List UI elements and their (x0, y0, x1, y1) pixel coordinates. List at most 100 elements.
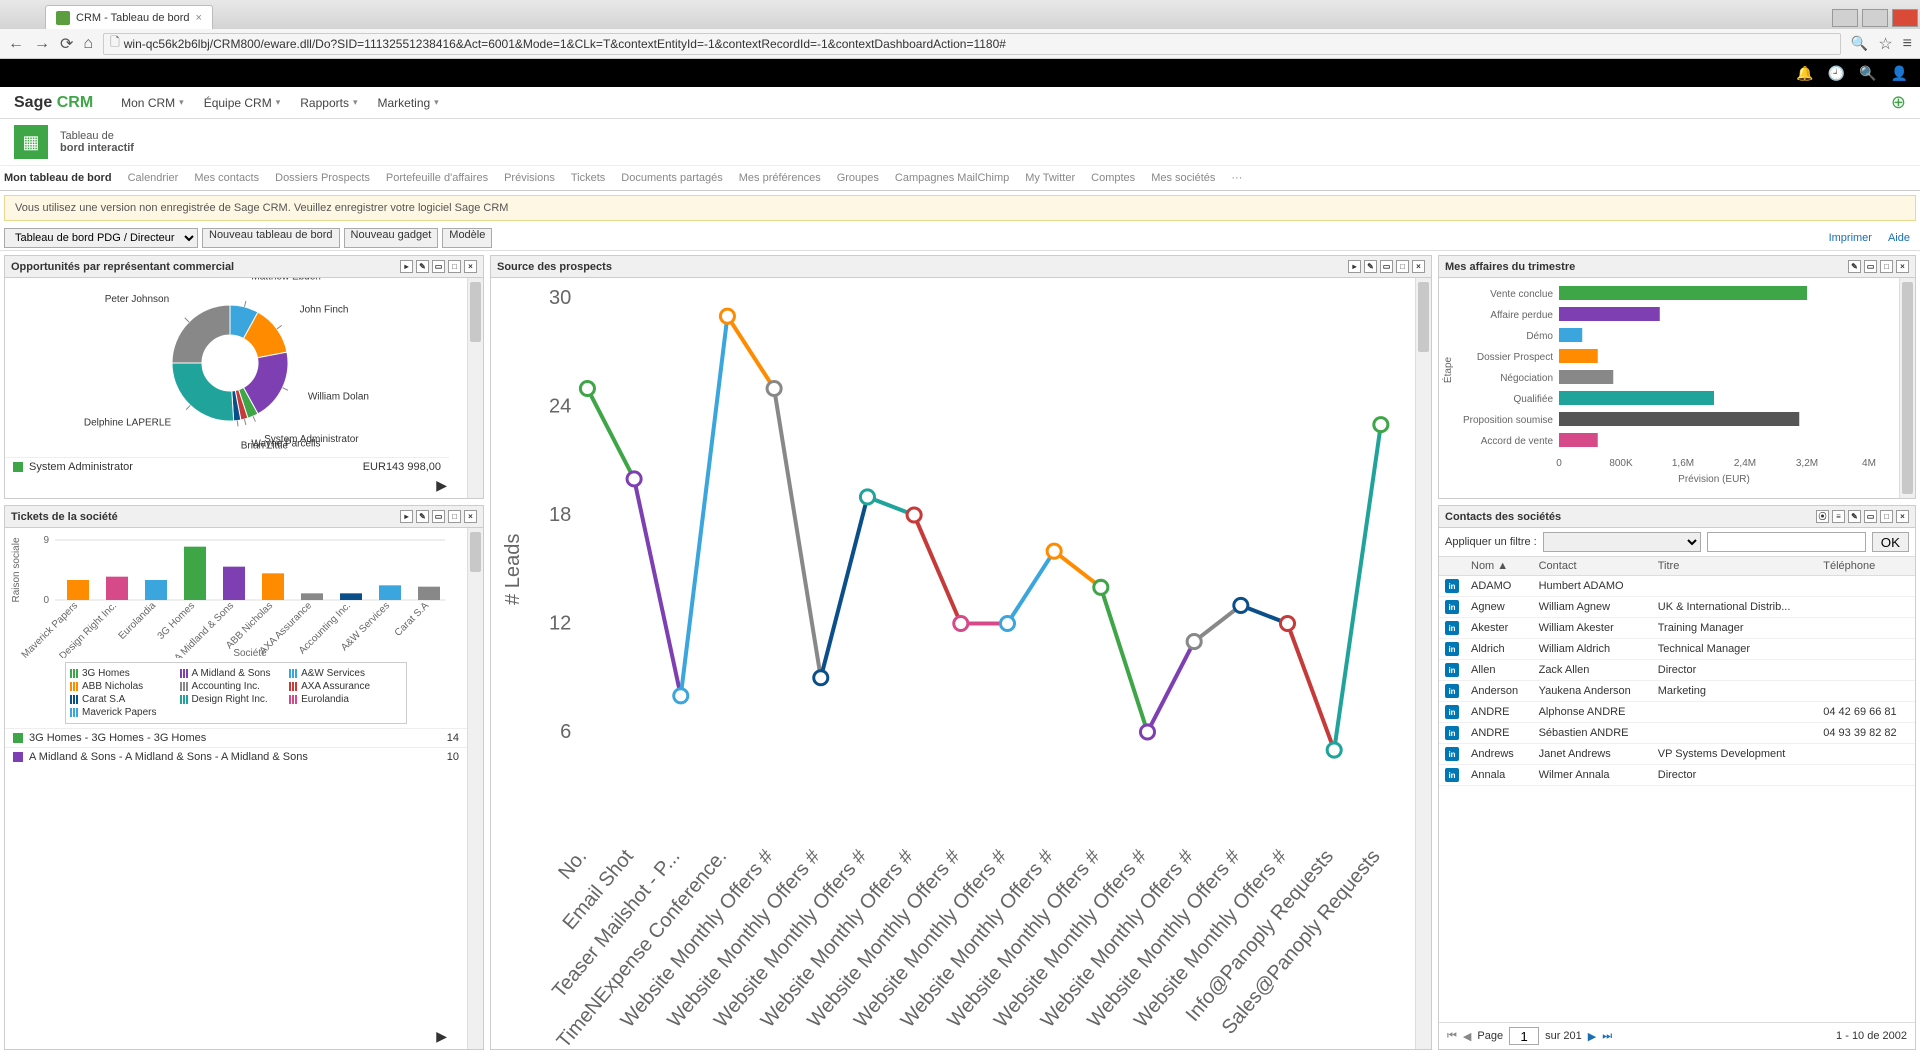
first-icon[interactable]: ⏮ (1447, 1030, 1457, 1043)
browser-tab[interactable]: CRM - Tableau de bord × (45, 5, 213, 29)
tool-icon[interactable]: ⦿ (1816, 510, 1829, 523)
search-icon[interactable]: 🔍 (1851, 35, 1868, 52)
linkedin-icon[interactable]: in (1445, 747, 1459, 761)
tab-item[interactable]: Calendrier (128, 172, 179, 184)
scrollbar[interactable] (1899, 278, 1915, 498)
tool-icon[interactable]: × (1896, 510, 1909, 523)
new-dashboard-button[interactable]: Nouveau tableau de bord (202, 228, 340, 248)
prev-icon[interactable]: ◀ (1463, 1030, 1471, 1043)
linkedin-icon[interactable]: in (1445, 705, 1459, 719)
tool-icon[interactable]: □ (1880, 260, 1893, 273)
scrollbar[interactable] (467, 528, 483, 1049)
tab-item[interactable]: Portefeuille d'affaires (386, 172, 488, 184)
tool-icon[interactable]: ▭ (1864, 510, 1877, 523)
tab-item[interactable]: Prévisions (504, 172, 555, 184)
tab-item[interactable]: Mes sociétés (1151, 172, 1215, 184)
tool-icon[interactable]: × (1896, 260, 1909, 273)
tool-icon[interactable]: ✎ (416, 510, 429, 523)
tab-item[interactable]: Mes contacts (194, 172, 259, 184)
linkedin-icon[interactable]: in (1445, 726, 1459, 740)
linkedin-icon[interactable]: in (1445, 642, 1459, 656)
tab-item[interactable]: Groupes (837, 172, 879, 184)
tab-item[interactable]: Documents partagés (621, 172, 723, 184)
linkedin-icon[interactable]: in (1445, 600, 1459, 614)
filter-ok-button[interactable]: OK (1872, 532, 1909, 552)
tool-icon[interactable]: ▸ (400, 510, 413, 523)
dashboard-select[interactable]: Tableau de bord PDG / Directeur (4, 228, 198, 248)
tool-icon[interactable]: ▭ (1864, 260, 1877, 273)
table-row[interactable]: inANDRESébastien ANDRE04 93 39 82 82 (1439, 723, 1915, 744)
maximize-icon[interactable] (1862, 9, 1888, 27)
scrollbar[interactable] (467, 278, 483, 498)
tool-icon[interactable]: ✎ (1364, 260, 1377, 273)
col-header[interactable]: Titre (1652, 557, 1818, 576)
tool-icon[interactable]: ✎ (1848, 510, 1861, 523)
tool-icon[interactable]: ≡ (1832, 510, 1845, 523)
linkedin-icon[interactable]: in (1445, 579, 1459, 593)
tool-icon[interactable]: ▭ (432, 510, 445, 523)
tool-icon[interactable]: □ (1396, 260, 1409, 273)
tab-item[interactable]: Tickets (571, 172, 605, 184)
linkedin-icon[interactable]: in (1445, 663, 1459, 677)
scrollbar[interactable] (1415, 278, 1431, 1049)
tab-item[interactable]: My Twitter (1025, 172, 1075, 184)
back-icon[interactable]: ← (8, 35, 24, 53)
url-bar[interactable]: 🗋 win-qc56k2b6lbj/CRM800/eware.dll/Do?SI… (103, 33, 1841, 55)
table-row[interactable]: inAnnalaWilmer AnnalaDirector (1439, 765, 1915, 786)
tool-icon[interactable]: × (464, 510, 477, 523)
minimize-icon[interactable] (1832, 9, 1858, 27)
last-icon[interactable]: ⏭ (1602, 1030, 1612, 1043)
new-gadget-button[interactable]: Nouveau gadget (344, 228, 439, 248)
tool-icon[interactable]: □ (448, 260, 461, 273)
filter-select[interactable] (1543, 532, 1702, 552)
star-icon[interactable]: ☆ (1878, 34, 1892, 54)
quick-add-icon[interactable]: ⊕ (1891, 92, 1906, 113)
play-icon[interactable]: ▶ (436, 477, 447, 494)
tab-item[interactable]: ··· (1231, 172, 1242, 184)
reload-icon[interactable]: ⟳ (60, 34, 73, 54)
search2-icon[interactable]: 🔍 (1859, 65, 1876, 82)
col-header[interactable]: Nom ▲ (1465, 557, 1533, 576)
table-row[interactable]: inAgnewWilliam AgnewUK & International D… (1439, 597, 1915, 618)
home-icon[interactable]: ⌂ (83, 35, 93, 53)
close-icon[interactable]: × (196, 12, 202, 24)
filter-input[interactable] (1707, 532, 1866, 552)
tool-icon[interactable]: ✎ (1848, 260, 1861, 273)
play-icon[interactable]: ▶ (436, 1028, 447, 1045)
linkedin-icon[interactable]: in (1445, 684, 1459, 698)
linkedin-icon[interactable]: in (1445, 768, 1459, 782)
page-input[interactable] (1509, 1027, 1539, 1045)
nav-Rapports[interactable]: Rapports▾ (300, 96, 357, 110)
table-row[interactable]: inAndrewsJanet AndrewsVP Systems Develop… (1439, 744, 1915, 765)
print-link[interactable]: Imprimer (1829, 232, 1872, 244)
next-icon[interactable]: ▶ (1588, 1030, 1596, 1043)
table-row[interactable]: inAldrichWilliam AldrichTechnical Manage… (1439, 639, 1915, 660)
clock-icon[interactable]: 🕘 (1828, 65, 1845, 82)
linkedin-icon[interactable]: in (1445, 621, 1459, 635)
tab-item[interactable]: Campagnes MailChimp (895, 172, 1009, 184)
tool-icon[interactable]: ✎ (416, 260, 429, 273)
col-header[interactable]: Contact (1533, 557, 1652, 576)
tab-item[interactable]: Comptes (1091, 172, 1135, 184)
tab-item[interactable]: Mes préférences (739, 172, 821, 184)
tool-icon[interactable]: × (1412, 260, 1425, 273)
tool-icon[interactable]: □ (1880, 510, 1893, 523)
tab-item[interactable]: Dossiers Prospects (275, 172, 370, 184)
nav-Mon CRM[interactable]: Mon CRM▾ (121, 96, 184, 110)
tool-icon[interactable]: × (464, 260, 477, 273)
tool-icon[interactable]: ▭ (1380, 260, 1393, 273)
nav-Équipe CRM[interactable]: Équipe CRM▾ (204, 96, 281, 110)
table-row[interactable]: inADAMOHumbert ADAMO (1439, 576, 1915, 597)
nav-Marketing[interactable]: Marketing▾ (377, 96, 438, 110)
menu-icon[interactable]: ≡ (1903, 35, 1912, 53)
tab-item[interactable]: Mon tableau de bord (4, 172, 112, 184)
table-row[interactable]: inANDREAlphonse ANDRE04 42 69 66 81 (1439, 702, 1915, 723)
forward-icon[interactable]: → (34, 35, 50, 53)
table-row[interactable]: inAllenZack AllenDirector (1439, 660, 1915, 681)
col-header[interactable]: Téléphone (1817, 557, 1915, 576)
tool-icon[interactable]: ▸ (1348, 260, 1361, 273)
close-window-icon[interactable] (1892, 9, 1918, 27)
tool-icon[interactable]: ▭ (432, 260, 445, 273)
table-row[interactable]: inAndersonYaukena AndersonMarketing (1439, 681, 1915, 702)
template-button[interactable]: Modèle (442, 228, 492, 248)
